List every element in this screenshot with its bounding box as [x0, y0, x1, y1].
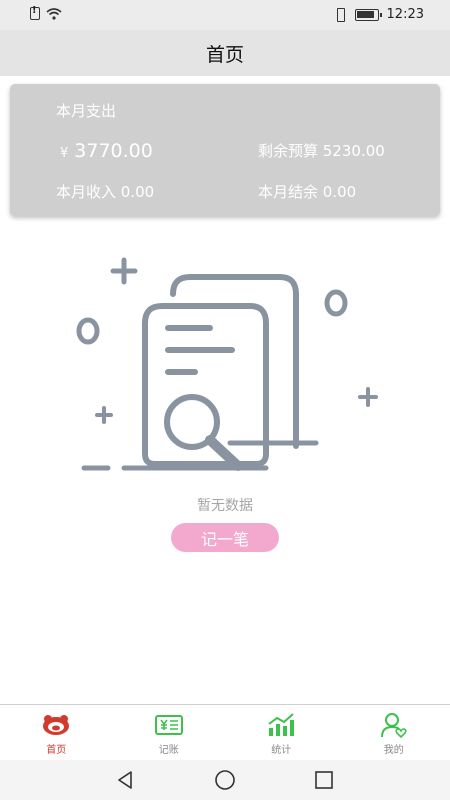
system-nav-bar [0, 760, 450, 800]
monthly-expense-title: 本月支出 [56, 102, 117, 120]
currency-symbol: ¥ [60, 146, 69, 161]
battery-icon [354, 8, 382, 21]
tab-mine-label: 我的 [383, 745, 404, 756]
tab-statistics[interactable]: 统计 [225, 705, 338, 760]
chart-trend-icon [268, 713, 295, 736]
bottom-tab-bar: 首页 记账 统计 我的 [0, 704, 450, 760]
page-title: 首页 [205, 43, 244, 66]
bill-yuan-icon [154, 715, 183, 735]
status-right: 12:23 [333, 7, 424, 22]
status-bar: 12:23 [0, 0, 450, 30]
tab-mine[interactable]: 我的 [338, 705, 450, 760]
monthly-balance: 本月结余 0.00 [258, 183, 357, 201]
user-heart-icon [380, 713, 407, 738]
empty-state-message: 暂无数据 [197, 498, 253, 514]
monthly-income: 本月收入 0.00 [56, 183, 155, 201]
tab-record[interactable]: 记账 [113, 705, 226, 760]
remaining-budget: 剩余预算 5230.00 [258, 142, 385, 160]
page-header: 首页 [0, 30, 450, 76]
expense-value: 3770.00 [74, 140, 153, 162]
tab-home[interactable]: 首页 [0, 705, 113, 760]
status-left [30, 5, 62, 20]
empty-document-search-icon [76, 257, 378, 471]
home-icon[interactable] [214, 769, 236, 791]
tab-home-label: 首页 [46, 745, 67, 756]
tab-statistics-label: 统计 [271, 745, 292, 756]
status-time: 12:23 [386, 7, 424, 22]
wifi-icon [46, 7, 62, 20]
add-record-button[interactable]: 记一笔 [171, 523, 279, 552]
monthly-expense-amount: ¥ 3770.00 [60, 140, 153, 162]
home-piggy-icon [43, 715, 70, 735]
back-icon[interactable] [116, 770, 136, 790]
tab-record-label: 记账 [158, 745, 179, 756]
vibrate-icon [333, 8, 347, 22]
monthly-summary-card[interactable]: 本月支出 ¥ 3770.00 剩余预算 5230.00 本月收入 0.00 本月… [10, 84, 440, 216]
sim-card-icon [30, 5, 40, 20]
recent-apps-icon[interactable] [314, 770, 334, 790]
